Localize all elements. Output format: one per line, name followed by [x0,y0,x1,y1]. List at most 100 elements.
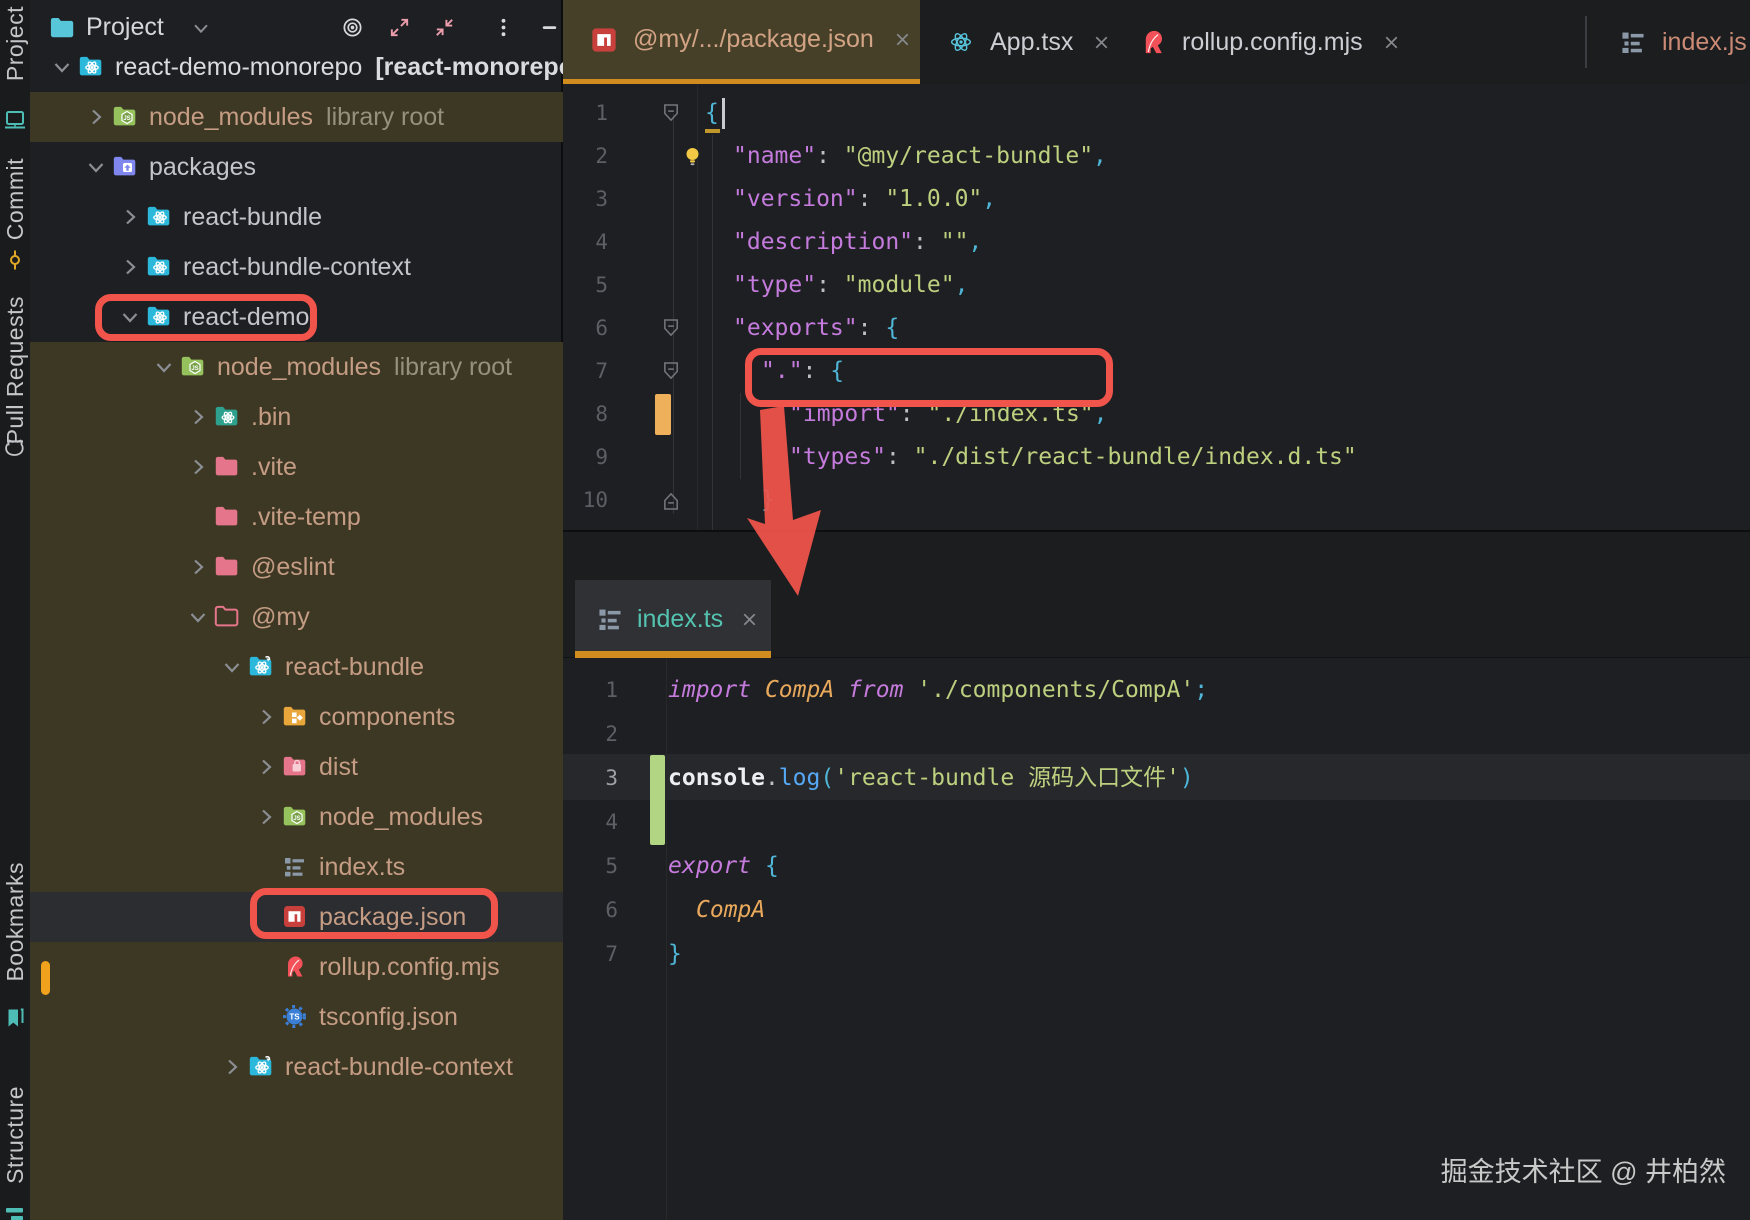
tree-row--vite[interactable]: .vite [30,442,563,492]
chevron-down-icon[interactable] [220,655,244,679]
code-line[interactable]: "description": "", [733,221,982,264]
chevron-down-icon[interactable] [84,155,108,179]
github-icon[interactable] [3,436,27,460]
line-number: 6 [595,316,608,340]
code-line[interactable]: "name": "@my/react-bundle", [733,135,1107,178]
structure-icon[interactable] [3,1206,27,1220]
code-line[interactable]: "import": "./index.ts", [789,393,1108,436]
project-panel: Project react-demo-monorepo [react-monore… [30,0,582,1220]
tab-index-js[interactable]: index.js [1592,0,1750,84]
tree-row-packages[interactable]: packages [30,142,563,192]
tree-item-label: react-bundle-context [285,1053,513,1081]
code-line[interactable]: ".": { [761,350,844,393]
lightbulb-icon[interactable] [679,143,706,170]
chevron-right-icon[interactable] [186,455,210,479]
close-icon[interactable] [1091,32,1112,53]
tree-row-index-ts[interactable]: index.ts [30,842,563,892]
tool-window-button-bookmarks[interactable]: Bookmarks [0,862,30,982]
tree-row--bin[interactable]: .bin [30,392,563,442]
code-line[interactable]: } [761,479,775,522]
tool-window-label: Bookmarks [1,862,28,982]
code-token: ( [820,765,835,791]
tree-row-components[interactable]: components [30,692,563,742]
react-folder [145,253,172,280]
code-line[interactable]: export { [668,844,779,888]
chevron-right-icon[interactable] [118,205,142,229]
tree-row-react-demo[interactable]: react-demo [30,292,563,342]
tool-window-label: Commit [1,158,28,241]
line-number: 7 [595,359,608,383]
code-line[interactable]: "types": "./dist/react-bundle/index.d.ts… [789,436,1357,479]
tree-item-suffix: library root [394,353,513,381]
code-token: : [816,143,844,169]
editor-index-ts[interactable]: 1 import CompA from './components/CompA';… [563,658,1750,1220]
editor-package-json[interactable]: 1 {2 "name": "@my/react-bundle", 3 "version"… [563,84,1750,530]
ts-bars-icon [595,604,625,634]
tree-row--vite-temp[interactable]: .vite-temp [30,492,563,542]
close-icon[interactable] [1381,32,1402,53]
svg-text:JS: JS [123,116,130,122]
bookmark-indicator [41,961,50,995]
bin-folder [213,403,240,430]
ide-window: Project Commit Pull Requests Bookmarks Struc… [0,0,1750,1220]
git-commit-icon[interactable] [3,248,27,272]
code-line[interactable]: } [668,932,682,976]
chevron-right-icon[interactable] [186,405,210,429]
fold-close-icon[interactable] [662,489,681,512]
chevron-right-icon[interactable] [84,105,108,129]
tree-row-node-modules[interactable]: JS node_modules library root [30,342,563,392]
tree-row-react-bundle-context[interactable]: react-bundle-context [30,1042,563,1092]
code-token: CompA [764,677,849,703]
tab-index-ts[interactable]: index.ts [575,580,771,658]
code-line[interactable]: "version": "1.0.0", [733,178,996,221]
fold-open-icon[interactable] [662,317,681,340]
tree-row-node-modules[interactable]: JS node_modules library root [30,92,563,142]
ts-bars-icon [281,853,308,880]
code-line[interactable]: "exports": { [733,307,899,350]
tab-rollup-config-mjs[interactable]: rollup.config.mjs [1112,0,1585,84]
tool-window-button-structure[interactable]: Structure [0,1086,30,1184]
chevron-right-icon[interactable] [186,555,210,579]
tree-row-rollup-config-mjs[interactable]: rollup.config.mjs [30,942,563,992]
code-line[interactable]: CompA [696,888,765,932]
chevron-right-icon[interactable] [254,755,278,779]
laptop-icon[interactable] [3,108,27,132]
chevron-down-icon[interactable] [50,55,74,79]
code-token: from [848,677,918,703]
tab-label: index.js [1662,27,1747,56]
tree-row--my[interactable]: @my [30,592,563,642]
close-icon[interactable] [739,609,760,630]
code-line[interactable]: console.log('react-bundle 源码入口文件') [668,756,1194,800]
close-icon[interactable] [892,29,913,50]
chevron-right-icon[interactable] [254,705,278,729]
tab--my-package-json[interactable]: @my/.../package.json [563,0,920,84]
code-line[interactable]: import CompA from './components/CompA'; [668,668,1208,712]
bookmark-icon[interactable] [3,1006,27,1030]
chevron-right-icon[interactable] [118,255,142,279]
fold-open-icon[interactable] [662,360,681,383]
tree-row--eslint[interactable]: @eslint [30,542,563,592]
tree-row-package-json[interactable]: package.json [30,892,563,942]
fold-open-icon[interactable] [662,102,681,125]
chevron-right-icon[interactable] [220,1055,244,1079]
tree-row-tsconfig-json[interactable]: TS tsconfig.json [30,992,563,1042]
chevron-down-icon[interactable] [186,605,210,629]
react-icon [946,27,976,57]
tree-row-react-bundle-context[interactable]: react-bundle-context [30,242,563,292]
chevron-down-icon[interactable] [152,355,176,379]
tool-window-button-commit[interactable]: Commit [0,158,30,240]
line-number: 3 [595,187,608,211]
tree-row-react-bundle[interactable]: react-bundle [30,192,563,242]
tool-window-button-project[interactable]: Project [0,6,30,81]
tree-row-dist[interactable]: dist [30,742,563,792]
tree-item-suffix: library root [326,103,445,131]
chevron-right-icon[interactable] [254,805,278,829]
code-line[interactable]: "type": "module", [733,264,968,307]
tree-row-node-modules[interactable]: JS node_modules [30,792,563,842]
tree-row-react-demo-monorepo[interactable]: react-demo-monorepo [react-monorepo] [30,42,582,92]
tree-row-react-bundle[interactable]: react-bundle [30,642,563,692]
tool-window-button-pull-requests[interactable]: Pull Requests [0,296,30,444]
tab-app-tsx[interactable]: App.tsx [920,0,1112,84]
gutter-separator [666,658,667,1220]
chevron-down-icon[interactable] [118,305,142,329]
